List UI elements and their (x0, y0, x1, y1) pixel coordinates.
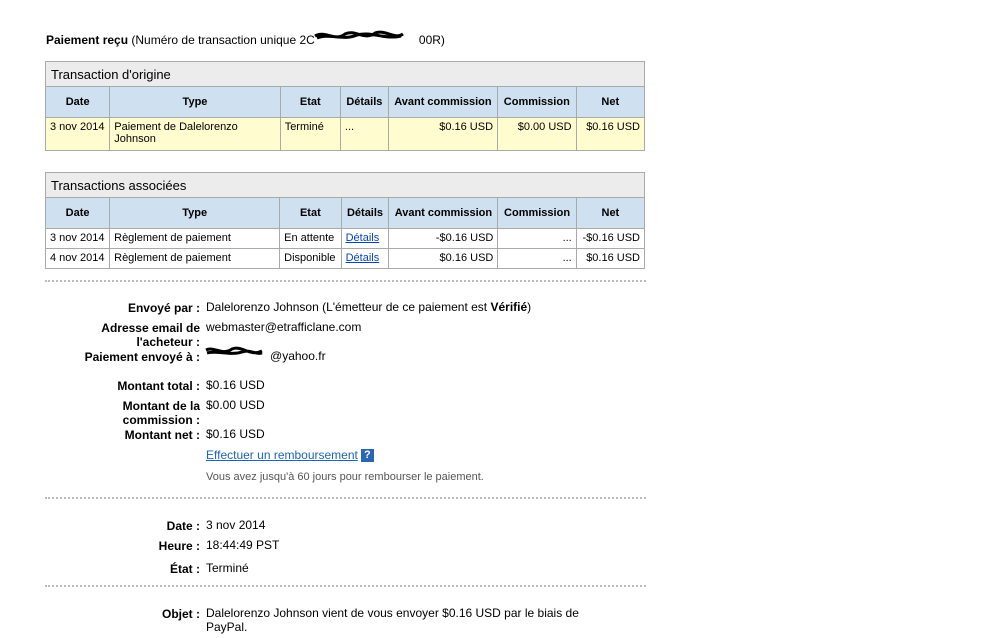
redacted-scribble: XXXXXXXXXXXXX (314, 30, 419, 47)
col-date: Date (44, 86, 111, 118)
hour-label: Heure : (158, 539, 200, 553)
object-line2: PayPal. (206, 620, 248, 634)
date-value: 3 nov 2014 (206, 518, 266, 532)
cell-net: $0.16 USD (575, 248, 646, 269)
details-link[interactable]: Détails (346, 252, 380, 264)
total-amount-value: $0.16 USD (206, 378, 265, 392)
title-transaction-prefix: (Numéro de transaction unique 2C (131, 33, 315, 47)
fee-label-line2: commission : (122, 413, 200, 427)
cell-net: -$0.16 USD (575, 228, 646, 249)
state-value: Terminé (206, 561, 249, 575)
cell-date: 3 nov 2014 (44, 117, 111, 151)
col-etat: Etat (279, 86, 341, 118)
cell-avant: -$0.16 USD (388, 228, 499, 249)
state-label: État : (170, 562, 200, 576)
net-amount-label: Montant net : (124, 428, 200, 442)
net-amount-value: $0.16 USD (206, 427, 265, 441)
page-title: Paiement reçu (Numéro de transaction uni… (46, 30, 445, 47)
cell-etat: En attente (279, 228, 342, 249)
section-divider (45, 585, 646, 587)
table-row: 3 nov 2014 Paiement de Dalelorenzo Johns… (44, 117, 646, 151)
title-bold: Paiement reçu (46, 33, 129, 47)
cell-etat: Disponible (279, 248, 342, 269)
table-row: 3 nov 2014 Règlement de paiement En atte… (44, 228, 646, 249)
refund-row: Effectuer un remboursement? (206, 448, 374, 463)
cell-avant: $0.16 USD (388, 248, 499, 269)
cell-type: Paiement de Dalelorenzo Johnson (109, 117, 281, 151)
fee-amount-label: Montant de la commission : (45, 399, 200, 427)
cell-date: 3 nov 2014 (44, 228, 111, 249)
cell-commission: ... (497, 248, 577, 269)
title-transaction-suffix: 00R) (418, 33, 445, 47)
help-icon[interactable]: ? (360, 449, 374, 463)
refund-link[interactable]: Effectuer un remboursement (206, 448, 358, 462)
fee-amount-value: $0.00 USD (206, 398, 265, 412)
col-commission: Commission (497, 197, 577, 229)
cell-date: 4 nov 2014 (44, 248, 111, 269)
col-avant-commission: Avant commission (388, 197, 499, 229)
col-date: Date (44, 197, 111, 229)
cell-details: Détails (340, 248, 390, 269)
buyer-email-label-line2: l'acheteur : (136, 335, 200, 349)
sent-to-domain: @yahoo.fr (270, 349, 326, 363)
refund-note: Vous avez jusqu'à 60 jours pour rembours… (206, 471, 484, 483)
col-net: Net (575, 86, 646, 118)
section-divider (45, 280, 646, 282)
cell-commission: $0.00 USD (497, 117, 577, 151)
date-label: Date : (166, 519, 200, 533)
redacted-scribble: XXXXXXXX (205, 346, 270, 363)
cell-net: $0.16 USD (575, 117, 646, 151)
origin-transaction-table: Transaction d'origine Date Type Etat Dét… (44, 61, 646, 151)
col-type: Type (109, 197, 281, 229)
cell-etat: Terminé (279, 117, 341, 151)
total-amount-label: Montant total : (117, 379, 200, 393)
col-details: Détails (340, 197, 390, 229)
table-row: 4 nov 2014 Règlement de paiement Disponi… (44, 248, 646, 269)
object-value: Dalelorenzo Johnson vient de vous envoye… (206, 606, 626, 634)
cell-details: ... (339, 117, 389, 151)
section-divider (45, 497, 646, 499)
related-table-caption: Transactions associées (45, 172, 645, 198)
cell-commission: ... (497, 228, 577, 249)
details-link[interactable]: Détails (346, 232, 380, 244)
sent-to-value: XXXXXXXX@yahoo.fr (205, 346, 326, 363)
cell-avant: $0.16 USD (387, 117, 499, 151)
related-transactions-table: Transactions associées Date Type Etat Dé… (44, 172, 646, 269)
col-type: Type (109, 86, 281, 118)
hour-value: 18:44:49 PST (206, 538, 280, 552)
buyer-email-label: Adresse email de l'acheteur : (45, 321, 200, 349)
sender-close-paren: ) (527, 300, 532, 314)
buyer-email-value: webmaster@etrafficlane.com (206, 320, 362, 334)
col-details: Détails (339, 86, 389, 118)
verified-status: Vérifié (490, 300, 528, 314)
col-etat: Etat (279, 197, 342, 229)
col-avant-commission: Avant commission (387, 86, 499, 118)
col-net: Net (575, 197, 646, 229)
cell-details: Détails (340, 228, 390, 249)
sender-name: Dalelorenzo Johnson (L'émetteur de ce pa… (206, 300, 491, 314)
col-commission: Commission (497, 86, 577, 118)
object-line1: Dalelorenzo Johnson vient de vous envoye… (206, 606, 579, 620)
fee-label-line1: Montant de la (122, 399, 200, 413)
sent-by-label: Envoyé par : (127, 301, 200, 315)
sent-by-value: Dalelorenzo Johnson (L'émetteur de ce pa… (206, 300, 531, 314)
sent-to-label: Paiement envoyé à : (84, 350, 200, 364)
buyer-email-label-line1: Adresse email de (101, 321, 200, 335)
cell-type: Règlement de paiement (109, 248, 281, 269)
object-label: Objet : (162, 607, 200, 621)
cell-type: Règlement de paiement (109, 228, 281, 249)
origin-table-caption: Transaction d'origine (45, 61, 645, 87)
